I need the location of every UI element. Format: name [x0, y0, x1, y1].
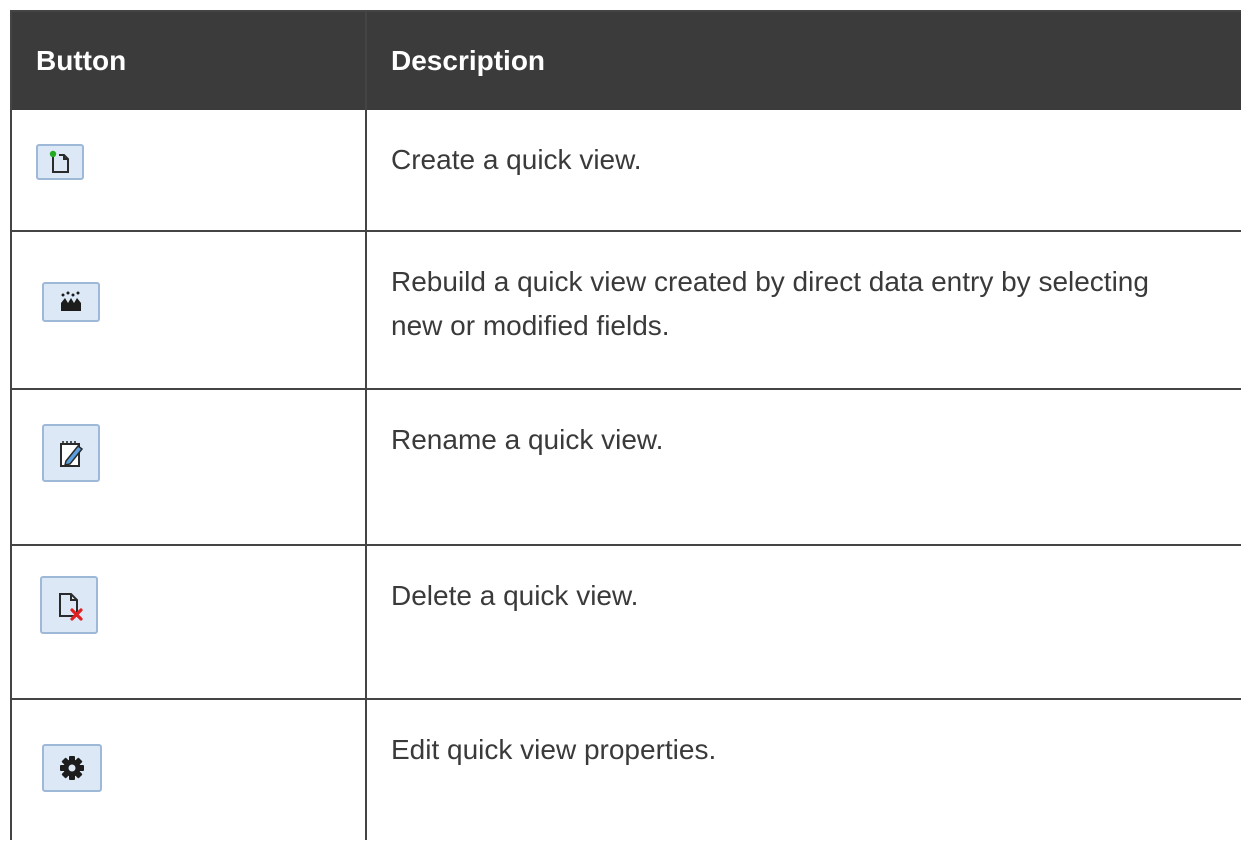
- rename-quick-view-button[interactable]: [42, 424, 100, 482]
- table-row: Rebuild a quick view created by direct d…: [12, 232, 1241, 390]
- gear-icon: [60, 756, 84, 780]
- row-description: Create a quick view.: [391, 144, 642, 175]
- rebuild-quick-view-button[interactable]: [42, 282, 100, 322]
- header-button: Button: [36, 45, 127, 76]
- column-divider: [365, 12, 367, 840]
- rebuild-icon: [61, 291, 81, 311]
- table-header: Button Description: [12, 12, 1241, 110]
- row-description: Rebuild a quick view created by direct d…: [391, 266, 1149, 341]
- header-description: Description: [391, 45, 546, 76]
- row-description: Edit quick view properties.: [391, 734, 717, 765]
- create-quick-view-button[interactable]: [36, 144, 84, 180]
- delete-quick-view-button[interactable]: [40, 576, 98, 634]
- row-description: Rename a quick view.: [391, 424, 664, 455]
- new-document-icon: [49, 150, 69, 173]
- table-row: Create a quick view.: [12, 110, 1241, 232]
- delete-document-icon: [59, 593, 83, 621]
- rename-icon: [60, 441, 84, 467]
- edit-properties-button[interactable]: [42, 744, 102, 792]
- table-row: Edit quick view properties.: [12, 700, 1241, 842]
- table-row: Delete a quick view.: [12, 546, 1241, 700]
- table-row: Rename a quick view.: [12, 390, 1241, 546]
- button-reference-table: Button Description Create a quick view.: [10, 10, 1241, 840]
- row-description: Delete a quick view.: [391, 580, 639, 611]
